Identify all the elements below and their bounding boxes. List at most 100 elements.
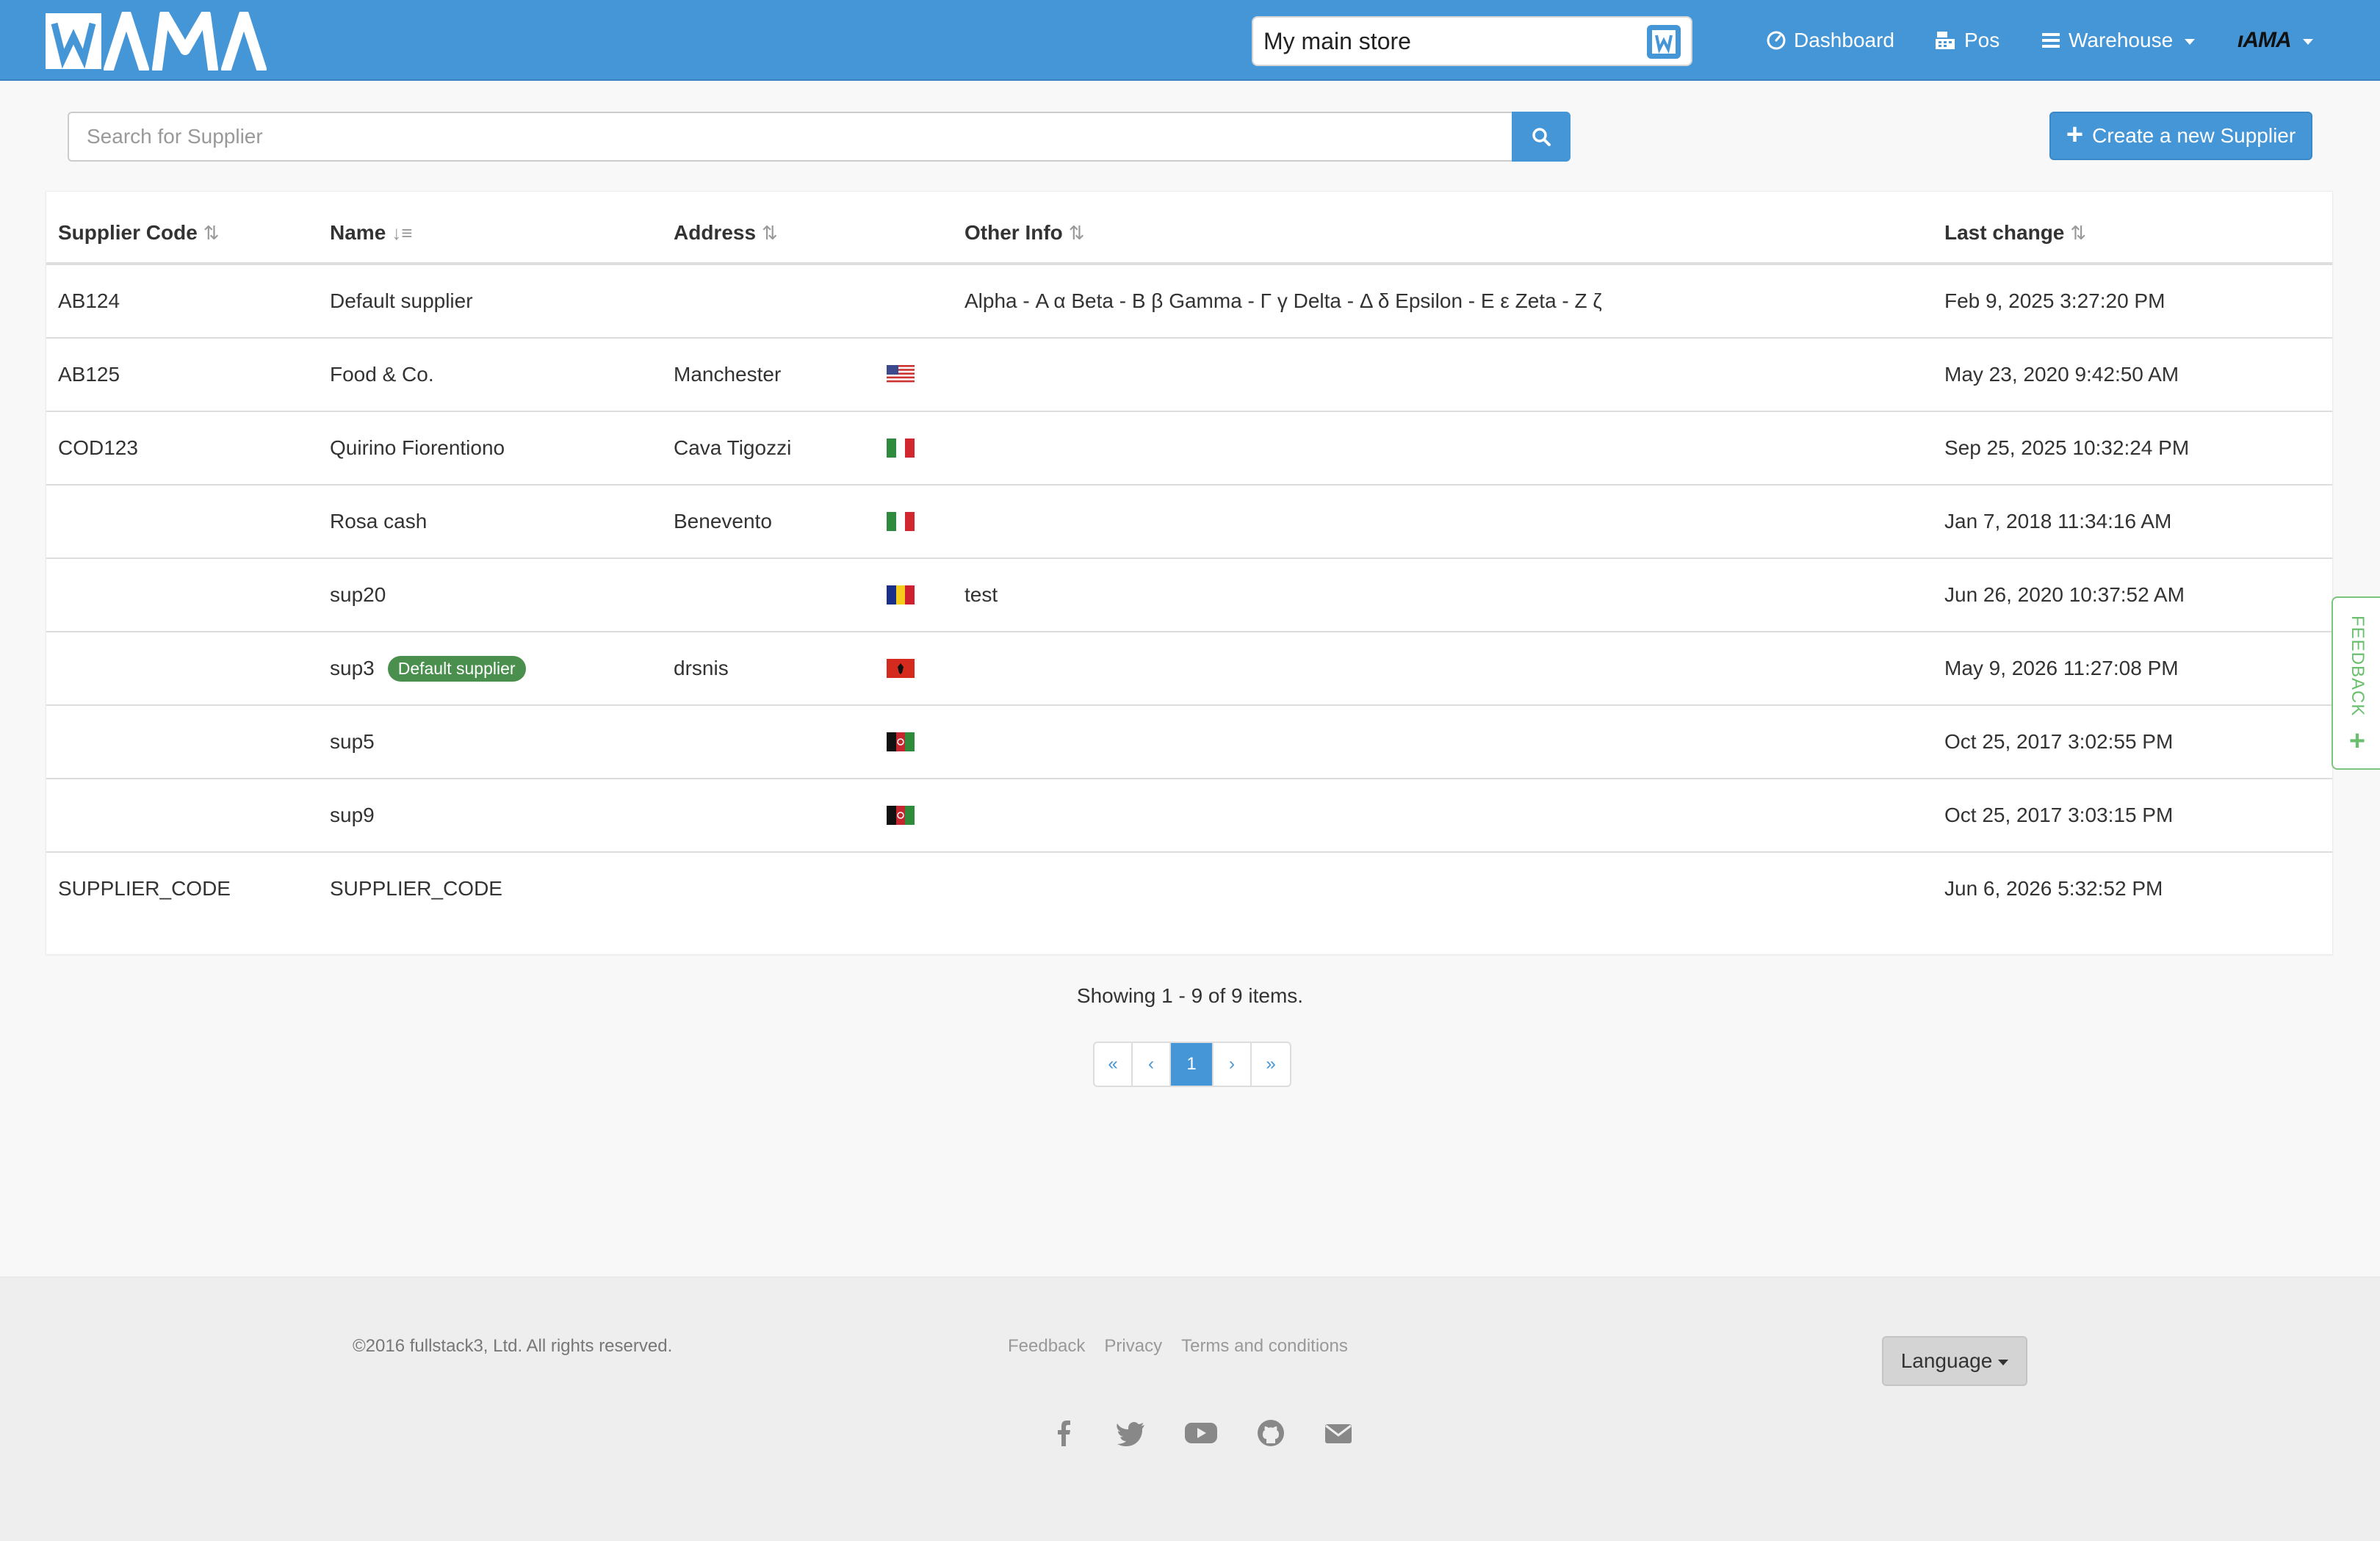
column-name-label: Name — [330, 221, 386, 244]
store-name: My main store — [1263, 27, 1411, 54]
language-dropdown[interactable]: Language — [1882, 1336, 2027, 1386]
account-logo: ıAMA — [2237, 28, 2292, 52]
plus-icon: + — [2066, 118, 2084, 151]
footer: ©2016 fullstack3, Ltd. All rights reserv… — [0, 1277, 2380, 1541]
table-row[interactable]: AB125 Food & Co. Manchester May 23, 2020 9:… — [46, 339, 2332, 412]
nav-warehouse-label: Warehouse — [2069, 29, 2174, 51]
table-row[interactable]: Rosa cash Benevento Jan 7, 2018 11:34:16 A… — [46, 486, 2332, 559]
cell-supplier-code: AB125 — [58, 363, 120, 386]
country-flag-icon — [887, 559, 915, 631]
column-supplier-code[interactable]: Supplier Code ⇅ — [58, 221, 220, 245]
chevron-down-icon — [2185, 39, 2196, 45]
plus-icon: + — [2348, 726, 2366, 757]
search-button[interactable] — [1512, 112, 1571, 162]
next-page-button[interactable]: › — [1214, 1043, 1252, 1086]
cell-supplier-code: COD123 — [58, 436, 138, 459]
pagination-summary: Showing 1 - 9 of 9 items. — [1076, 984, 1304, 1007]
column-last-change[interactable]: Last change ⇅ — [1944, 221, 2086, 245]
cell-last-change: Feb 9, 2025 3:27:20 PM — [1944, 289, 2166, 312]
nav-dashboard-label: Dashboard — [1794, 29, 1894, 51]
cell-address: Benevento — [674, 510, 772, 533]
cell-last-change: Jan 7, 2018 11:34:16 AM — [1944, 510, 2172, 533]
table-row[interactable]: AB124 Default supplier Alpha - Α α Beta - … — [46, 265, 2332, 339]
table-row[interactable]: sup3 Default supplier drsnis May 9, 2026 11… — [46, 632, 2332, 706]
cell-name: Food & Co. — [330, 339, 434, 411]
account-menu[interactable]: ıAMA — [2237, 22, 2313, 59]
country-flag-icon — [887, 706, 915, 778]
cell-name: SUPPLIER_CODE — [330, 853, 502, 925]
page-1-button[interactable]: 1 — [1171, 1043, 1214, 1086]
cell-other-info: Alpha - Α α Beta - Β β Gamma - Γ γ Delta… — [964, 289, 1602, 312]
twitter-icon[interactable] — [1117, 1418, 1146, 1448]
footer-link-privacy[interactable]: Privacy — [1104, 1336, 1162, 1357]
cell-last-change: Oct 25, 2017 3:03:15 PM — [1944, 804, 2174, 826]
table-row[interactable]: sup20 test Jun 26, 2020 10:37:52 AM — [46, 559, 2332, 632]
cell-supplier-code: AB124 — [58, 289, 120, 312]
column-address-label: Address — [674, 221, 757, 244]
dashboard-icon — [1767, 31, 1786, 50]
github-icon[interactable] — [1256, 1418, 1285, 1448]
table-row[interactable]: sup9 Oct 25, 2017 3:03:15 PM — [46, 779, 2332, 853]
country-flag-icon — [887, 486, 915, 557]
feedback-tab-label: FEEDBACK — [2348, 616, 2368, 717]
nav-pos-label: Pos — [1964, 29, 2000, 51]
cell-address: Manchester — [674, 363, 782, 386]
table-row[interactable]: sup5 Oct 25, 2017 3:02:55 PM — [46, 706, 2332, 779]
nav-dashboard[interactable]: Dashboard — [1766, 22, 1894, 59]
supplier-name: Default supplier — [330, 289, 473, 312]
cell-address: Cava Tigozzi — [674, 436, 792, 459]
cell-name: Rosa cash — [330, 486, 427, 557]
default-supplier-badge: Default supplier — [387, 655, 526, 682]
country-flag-icon — [887, 339, 915, 411]
footer-links: Feedback Privacy Terms and conditions — [1008, 1336, 1348, 1357]
supplier-name: sup5 — [330, 730, 375, 753]
footer-link-feedback[interactable]: Feedback — [1008, 1336, 1085, 1357]
cell-name: Quirino Fiorentiono — [330, 412, 505, 484]
facebook-icon[interactable] — [1049, 1418, 1078, 1448]
envelope-icon[interactable] — [1324, 1418, 1353, 1448]
menu-icon — [2042, 33, 2060, 48]
search-input[interactable] — [68, 112, 1512, 162]
store-selector[interactable]: My main store — [1252, 16, 1692, 66]
column-supplier-code-label: Supplier Code — [58, 221, 198, 244]
cell-last-change: May 23, 2020 9:42:50 AM — [1944, 363, 2179, 386]
cell-last-change: Sep 25, 2025 10:32:24 PM — [1944, 436, 2190, 459]
copyright-text: ©2016 fullstack3, Ltd. All rights reserv… — [353, 1336, 673, 1356]
column-other-info[interactable]: Other Info ⇅ — [964, 221, 1085, 245]
table-row[interactable]: COD123 Quirino Fiorentiono Cava Tigozzi Sep… — [46, 412, 2332, 486]
pos-icon — [1936, 32, 1955, 49]
column-other-info-label: Other Info — [964, 221, 1063, 244]
supplier-search — [68, 112, 1571, 162]
chevron-down-icon — [2302, 39, 2313, 45]
footer-link-terms[interactable]: Terms and conditions — [1181, 1336, 1348, 1357]
store-w-icon — [1647, 25, 1681, 59]
last-page-button[interactable]: » — [1252, 1043, 1290, 1086]
cell-name: sup20 — [330, 559, 386, 631]
first-page-button[interactable]: « — [1095, 1043, 1133, 1086]
social-links — [1049, 1418, 1353, 1448]
create-supplier-button[interactable]: + Create a new Supplier — [2049, 112, 2312, 160]
supplier-name: Rosa cash — [330, 510, 428, 533]
feedback-tab[interactable]: FEEDBACK + — [2332, 596, 2380, 770]
sort-ascending-icon: ↓≡ — [392, 221, 413, 244]
nav-pos[interactable]: Pos — [1935, 22, 1999, 59]
prev-page-button[interactable]: ‹ — [1133, 1043, 1171, 1086]
sort-icon: ⇅ — [762, 221, 778, 244]
table-row[interactable]: SUPPLIER_CODE SUPPLIER_CODE Jun 6, 2026 5:… — [46, 853, 2332, 926]
country-flag-icon — [887, 632, 915, 704]
supplier-name: sup3 — [330, 657, 375, 679]
cell-last-change: Jun 26, 2020 10:37:52 AM — [1944, 583, 2185, 606]
wama-logo[interactable] — [46, 10, 281, 72]
column-name[interactable]: Name ↓≡ — [330, 221, 412, 245]
supplier-name: sup20 — [330, 583, 386, 606]
country-flag-icon — [887, 412, 915, 484]
nav-warehouse-dropdown[interactable]: Warehouse — [2041, 22, 2196, 59]
sort-icon: ⇅ — [2070, 221, 2087, 244]
supplier-name: SUPPLIER_CODE — [330, 877, 502, 900]
column-last-change-label: Last change — [1944, 221, 2065, 244]
column-address[interactable]: Address ⇅ — [674, 221, 778, 245]
language-label: Language — [1900, 1349, 1993, 1372]
cell-name: Default supplier — [330, 265, 473, 337]
cell-name: sup5 — [330, 706, 375, 778]
youtube-icon[interactable] — [1184, 1418, 1218, 1448]
